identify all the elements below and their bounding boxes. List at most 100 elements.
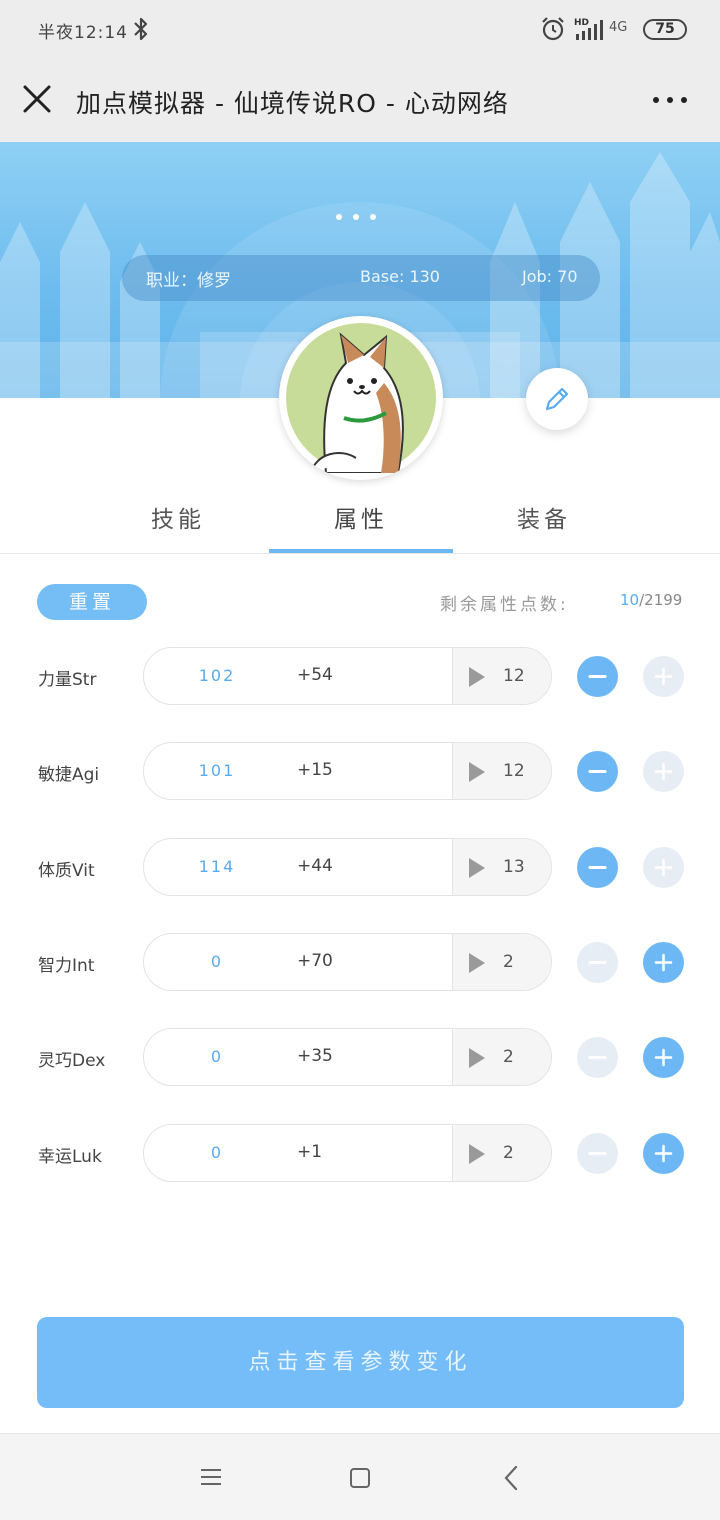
signal-icon: HD [574, 18, 603, 40]
increase-button[interactable] [643, 656, 684, 697]
play-icon [469, 858, 485, 878]
attribute-name: 体质Vit [38, 861, 95, 881]
menu-icon[interactable] [200, 1467, 222, 1487]
tab-bar: 技能 属性 装备 [0, 488, 720, 554]
minus-icon [588, 1056, 607, 1059]
close-icon[interactable] [22, 84, 52, 114]
attribute-cost-area: 12 [452, 648, 551, 704]
system-nav-bar [0, 1433, 720, 1520]
attribute-cost-area: 2 [452, 934, 551, 990]
back-icon[interactable] [503, 1465, 519, 1491]
attribute-name: 敏捷Agi [38, 765, 100, 785]
attribute-cost: 13 [503, 857, 525, 877]
svg-text:HD: HD [574, 18, 589, 28]
decrease-button[interactable] [577, 751, 618, 792]
attribute-value: 114 [198, 857, 236, 876]
attribute-cost-area: 13 [452, 839, 551, 895]
plus-icon [654, 762, 673, 781]
remaining-points-total: /2199 [639, 591, 683, 609]
decrease-button[interactable] [577, 1133, 618, 1174]
increase-button[interactable] [643, 942, 684, 983]
base-level: Base: 130 [360, 267, 440, 286]
title-bar: 加点模拟器 - 仙境传说RO - 心动网络 [0, 60, 720, 142]
attribute-bonus: +70 [297, 951, 333, 971]
attribute-row-dex: 灵巧Dex 0 +35 2 [0, 1028, 720, 1088]
tab-equipment[interactable]: 装备 [452, 500, 636, 534]
minus-icon [588, 866, 607, 869]
home-icon[interactable] [349, 1467, 371, 1489]
status-time: 半夜12:14 [38, 23, 128, 43]
play-icon [469, 1048, 485, 1068]
edit-button[interactable] [526, 368, 588, 430]
attribute-cost-area: 12 [452, 743, 551, 799]
increase-button[interactable] [643, 847, 684, 888]
tab-attributes[interactable]: 属性 [269, 500, 453, 534]
attribute-value: 101 [198, 761, 236, 780]
attribute-name: 幸运Luk [38, 1147, 102, 1167]
increase-button[interactable] [643, 1133, 684, 1174]
play-icon [469, 667, 485, 687]
increase-button[interactable] [643, 1037, 684, 1078]
attribute-cost-area: 2 [452, 1125, 551, 1181]
minus-icon [588, 1152, 607, 1155]
reset-button[interactable]: 重置 [37, 584, 147, 620]
alarm-icon [542, 17, 564, 41]
attribute-field[interactable]: 0 +1 2 [143, 1124, 552, 1182]
attribute-bonus: +15 [297, 760, 333, 780]
attribute-name: 智力Int [38, 956, 95, 976]
attribute-row-str: 力量Str 102 +54 12 [0, 647, 720, 707]
decrease-button[interactable] [577, 847, 618, 888]
plus-icon [654, 953, 673, 972]
attribute-cost: 2 [503, 1143, 514, 1163]
attribute-cost: 2 [503, 952, 514, 972]
view-changes-button[interactable]: 点击查看参数变化 [37, 1317, 684, 1408]
attribute-value: 0 [210, 1047, 224, 1066]
attribute-bonus: +44 [297, 856, 333, 876]
battery-icon: 75 [643, 19, 687, 40]
attribute-value: 0 [210, 1143, 224, 1162]
job-label: 职业：修罗 [146, 271, 231, 291]
minus-icon [588, 770, 607, 773]
decrease-button[interactable] [577, 1037, 618, 1078]
attribute-field[interactable]: 114 +44 13 [143, 838, 552, 896]
attribute-field[interactable]: 102 +54 12 [143, 647, 552, 705]
attribute-row-luk: 幸运Luk 0 +1 2 [0, 1124, 720, 1184]
remaining-points-used: 10 [620, 591, 640, 609]
attribute-cost: 12 [503, 666, 525, 686]
attribute-bonus: +35 [297, 1046, 333, 1066]
network-label: 4G [609, 20, 628, 35]
play-icon [469, 762, 485, 782]
attribute-bonus: +54 [297, 665, 333, 685]
pencil-icon [545, 387, 569, 411]
attribute-cost-area: 2 [452, 1029, 551, 1085]
attribute-field[interactable]: 0 +35 2 [143, 1028, 552, 1086]
attribute-cost: 2 [503, 1047, 514, 1067]
character-info-pill: 职业：修罗 Base: 130 Job: 70 [122, 255, 600, 301]
increase-button[interactable] [643, 751, 684, 792]
job-level: Job: 70 [522, 267, 578, 286]
minus-icon [588, 961, 607, 964]
tab-skills[interactable]: 技能 [86, 500, 270, 534]
attribute-field[interactable]: 0 +70 2 [143, 933, 552, 991]
attribute-field[interactable]: 101 +15 12 [143, 742, 552, 800]
attribute-row-agi: 敏捷Agi 101 +15 12 [0, 742, 720, 802]
remaining-points-label: 剩余属性点数: [440, 595, 569, 615]
plus-icon [654, 858, 673, 877]
attribute-cost: 12 [503, 761, 525, 781]
page-title: 加点模拟器 - 仙境传说RO - 心动网络 [76, 89, 509, 118]
plus-icon [654, 1144, 673, 1163]
more-options-icon[interactable] [650, 92, 690, 108]
shiba-dog-avatar-icon [286, 323, 436, 473]
avatar[interactable] [279, 316, 443, 480]
attribute-name: 灵巧Dex [38, 1051, 106, 1071]
attribute-row-int: 智力Int 0 +70 2 [0, 933, 720, 993]
decrease-button[interactable] [577, 656, 618, 697]
attribute-value: 0 [210, 952, 224, 971]
plus-icon [654, 1048, 673, 1067]
play-icon [469, 1144, 485, 1164]
decrease-button[interactable] [577, 942, 618, 983]
attribute-row-vit: 体质Vit 114 +44 13 [0, 838, 720, 898]
remaining-points-value: 10/2199 [620, 591, 682, 609]
minus-icon [588, 675, 607, 678]
status-bar: 半夜12:14 HD 4G 75 [0, 0, 720, 60]
